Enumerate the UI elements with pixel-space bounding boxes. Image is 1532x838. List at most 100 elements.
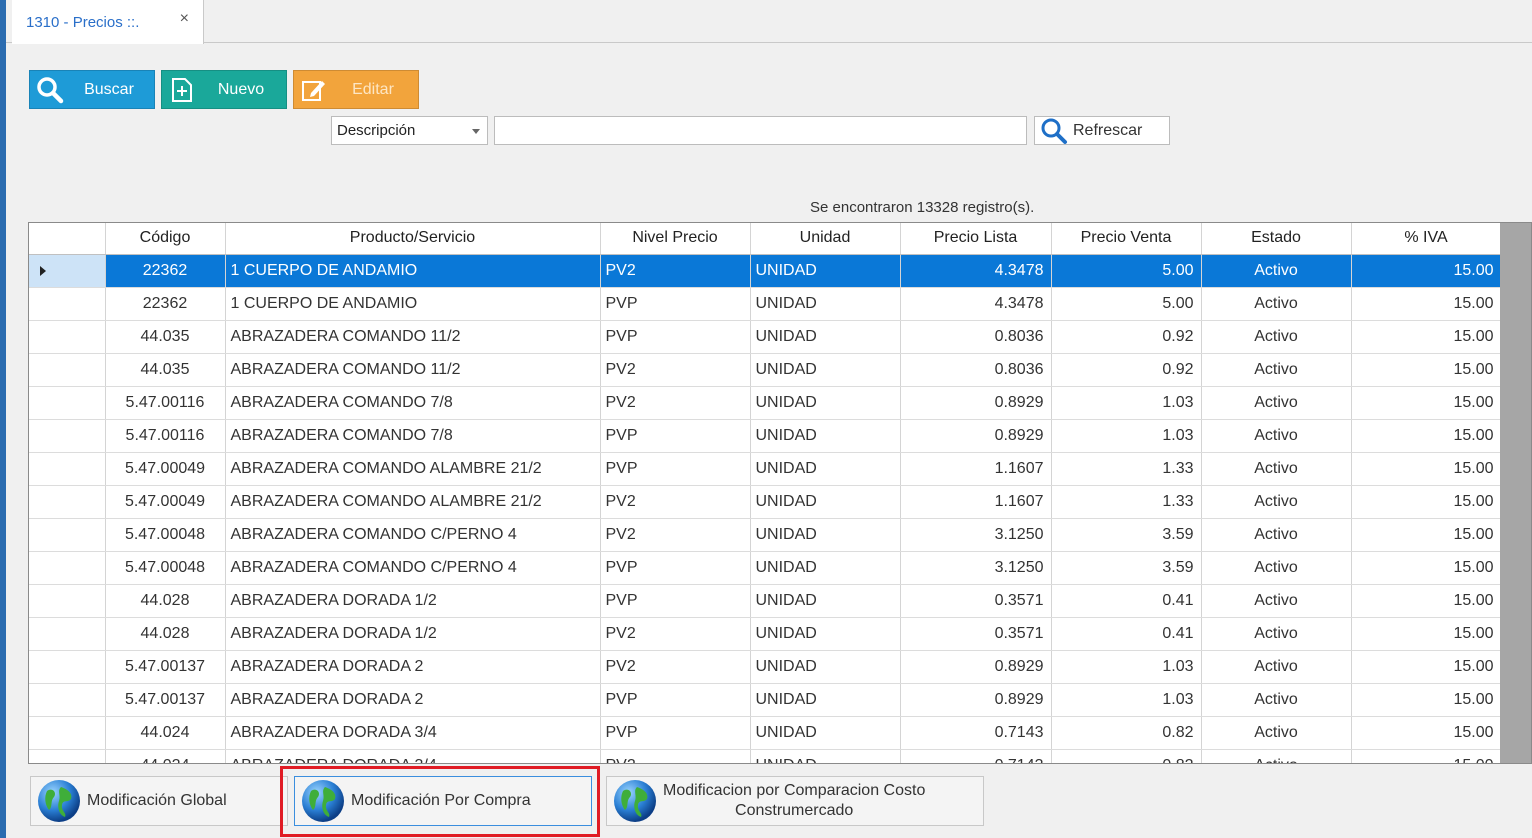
- globe-icon: [614, 780, 656, 822]
- column-header[interactable]: Unidad: [750, 223, 901, 255]
- table-cell: 0.41: [1051, 617, 1202, 651]
- table-row[interactable]: 5.47.00137 ABRAZADERA DORADA 2 PV2 UNIDAD 0.…: [29, 650, 1502, 684]
- search-input[interactable]: [494, 116, 1027, 145]
- buscar-button[interactable]: Buscar: [29, 70, 155, 109]
- column-header[interactable]: Precio Venta: [1051, 223, 1202, 255]
- row-selector[interactable]: [29, 617, 106, 651]
- table-row[interactable]: 22362 1 CUERPO DE ANDAMIO PV2 UNIDAD 4.3478 5…: [29, 254, 1502, 288]
- table-cell: ABRAZADERA COMANDO 11/2: [225, 320, 601, 354]
- table-cell: PV2: [600, 518, 751, 552]
- table-cell: 22362: [105, 287, 226, 321]
- table-cell: 0.92: [1051, 353, 1202, 387]
- row-selector[interactable]: [29, 551, 106, 585]
- table-cell: 44.035: [105, 353, 226, 387]
- table-cell: UNIDAD: [750, 320, 901, 354]
- globe-icon: [302, 780, 344, 822]
- table-row[interactable]: 44.028 ABRAZADERA DORADA 1/2 PV2 UNIDAD 0.35…: [29, 617, 1502, 651]
- search-field-select[interactable]: Descripción: [331, 116, 488, 145]
- row-selector[interactable]: [29, 683, 106, 717]
- table-cell: 0.8036: [900, 320, 1052, 354]
- table-row[interactable]: 44.035 ABRAZADERA COMANDO 11/2 PVP UNIDAD 0.…: [29, 320, 1502, 354]
- row-selector[interactable]: [29, 386, 106, 420]
- table-row[interactable]: 44.024ABRAZADERA DORADA 3/4PV2UNIDAD0.71…: [29, 749, 1502, 763]
- label-line: Modificacion por Comparacion Costo: [663, 782, 926, 799]
- row-selector[interactable]: [29, 716, 106, 750]
- table-cell: 0.92: [1051, 320, 1202, 354]
- table-cell: UNIDAD: [750, 584, 901, 618]
- table-cell: ABRAZADERA DORADA 3/4: [225, 749, 601, 763]
- table-row[interactable]: 5.47.00116 ABRAZADERA COMANDO 7/8 PV2 UNIDA…: [29, 386, 1502, 420]
- table-cell: 5.00: [1051, 254, 1202, 288]
- search-field-value: Descripción: [337, 122, 416, 139]
- table-cell: ABRAZADERA COMANDO 7/8: [225, 419, 601, 453]
- table-row[interactable]: 44.024 ABRAZADERA DORADA 3/4 PVP UNIDAD 0.71…: [29, 716, 1502, 750]
- table-cell: 15.00: [1351, 419, 1502, 453]
- table-cell: UNIDAD: [750, 749, 901, 763]
- row-selector[interactable]: [29, 650, 106, 684]
- table-cell: 1.33: [1051, 485, 1202, 519]
- table-cell: 15.00: [1351, 617, 1502, 651]
- nuevo-button[interactable]: Nuevo: [161, 70, 287, 109]
- table-cell: UNIDAD: [750, 452, 901, 486]
- table-row[interactable]: 44.028 ABRAZADERA DORADA 1/2 PVP UNIDAD 0.35…: [29, 584, 1502, 618]
- prices-grid[interactable]: Código Producto/Servicio Nivel Precio Un…: [28, 222, 1532, 764]
- table-row[interactable]: 5.47.00048 ABRAZADERA COMANDO C/PERNO 4 PV…: [29, 551, 1502, 585]
- table-cell: 0.8929: [900, 386, 1052, 420]
- table-cell: PVP: [600, 287, 751, 321]
- table-row[interactable]: 5.47.00137 ABRAZADERA DORADA 2 PVP UNIDAD 0.…: [29, 683, 1502, 717]
- vertical-scrollbar[interactable]: [1500, 223, 1531, 763]
- tab-close-icon[interactable]: ×: [180, 10, 189, 28]
- row-selector[interactable]: [29, 419, 106, 453]
- modificacion-comparacion-button[interactable]: Modificacion por Comparacion Costo Const…: [606, 776, 984, 826]
- table-cell: PVP: [600, 584, 751, 618]
- table-cell: ABRAZADERA COMANDO C/PERNO 4: [225, 551, 601, 585]
- table-cell: 0.82: [1051, 716, 1202, 750]
- table-row[interactable]: 22362 1 CUERPO DE ANDAMIO PVP UNIDAD 4.3478 5…: [29, 287, 1502, 321]
- table-cell: UNIDAD: [750, 419, 901, 453]
- table-cell: 15.00: [1351, 650, 1502, 684]
- table-row[interactable]: 5.47.00048 ABRAZADERA COMANDO C/PERNO 4 PV…: [29, 518, 1502, 552]
- row-selector[interactable]: [29, 485, 106, 519]
- table-cell: PVP: [600, 683, 751, 717]
- row-selector[interactable]: [29, 353, 106, 387]
- table-cell: UNIDAD: [750, 716, 901, 750]
- table-cell: Activo: [1201, 518, 1352, 552]
- table-cell: PV2: [600, 650, 751, 684]
- nuevo-label: Nuevo: [217, 80, 265, 98]
- column-header[interactable]: % IVA: [1351, 223, 1502, 255]
- table-row[interactable]: 44.035 ABRAZADERA COMANDO 11/2 PV2 UNIDAD 0.…: [29, 353, 1502, 387]
- table-cell: 1.1607: [900, 485, 1052, 519]
- table-row[interactable]: 5.47.00049 ABRAZADERA COMANDO ALAMBRE 21/…: [29, 485, 1502, 519]
- row-selector[interactable]: [29, 452, 106, 486]
- table-cell: 44.024: [105, 749, 226, 763]
- column-header[interactable]: Producto/Servicio: [225, 223, 601, 255]
- row-selector[interactable]: [29, 287, 106, 321]
- table-cell: 44.035: [105, 320, 226, 354]
- column-header[interactable]: Código: [105, 223, 226, 255]
- tab-precios[interactable]: 1310 - Precios ::. ×: [12, 0, 204, 44]
- table-cell: Activo: [1201, 353, 1352, 387]
- table-row[interactable]: 5.47.00116 ABRAZADERA COMANDO 7/8 PVP UNIDA…: [29, 419, 1502, 453]
- table-cell: 15.00: [1351, 749, 1502, 763]
- table-cell: UNIDAD: [750, 617, 901, 651]
- table-cell: 15.00: [1351, 254, 1502, 288]
- table-cell: 1.03: [1051, 419, 1202, 453]
- refrescar-button[interactable]: Refrescar: [1034, 116, 1170, 145]
- modificacion-por-compra-button[interactable]: Modificación Por Compra: [294, 776, 592, 826]
- table-cell: 15.00: [1351, 287, 1502, 321]
- row-selector[interactable]: [29, 254, 106, 288]
- table-cell: Activo: [1201, 320, 1352, 354]
- table-cell: ABRAZADERA DORADA 2: [225, 650, 601, 684]
- column-header[interactable]: Estado: [1201, 223, 1352, 255]
- row-selector[interactable]: [29, 320, 106, 354]
- table-row[interactable]: 5.47.00049 ABRAZADERA COMANDO ALAMBRE 21/…: [29, 452, 1502, 486]
- row-selector[interactable]: [29, 749, 106, 763]
- editar-button[interactable]: Editar: [293, 70, 419, 109]
- row-selector[interactable]: [29, 584, 106, 618]
- modificacion-global-button[interactable]: Modificación Global: [30, 776, 288, 826]
- table-cell: Activo: [1201, 452, 1352, 486]
- table-cell: 15.00: [1351, 518, 1502, 552]
- row-selector[interactable]: [29, 518, 106, 552]
- column-header[interactable]: Nivel Precio: [600, 223, 751, 255]
- column-header[interactable]: Precio Lista: [900, 223, 1052, 255]
